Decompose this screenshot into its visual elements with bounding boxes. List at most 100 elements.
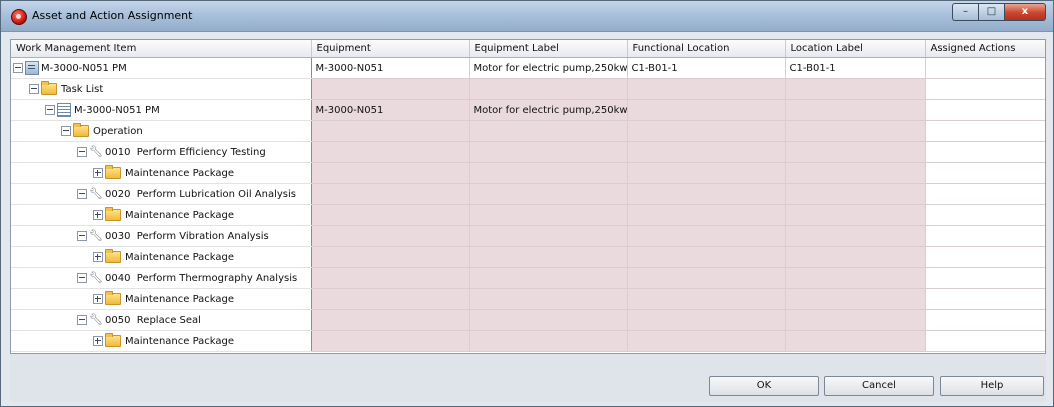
table-row[interactable]: Maintenance Package bbox=[11, 330, 1045, 352]
location-label-cell[interactable] bbox=[785, 267, 926, 289]
location-label-cell[interactable] bbox=[785, 120, 926, 142]
equipment-cell[interactable] bbox=[311, 246, 470, 268]
assigned-actions-cell[interactable] bbox=[925, 246, 1045, 268]
collapse-toggle[interactable] bbox=[77, 315, 87, 325]
equipment-label-cell[interactable] bbox=[469, 330, 628, 352]
assigned-actions-cell[interactable] bbox=[925, 288, 1045, 310]
equipment-cell[interactable] bbox=[311, 225, 470, 247]
functional-location-cell[interactable] bbox=[627, 78, 786, 100]
expand-toggle[interactable] bbox=[93, 210, 103, 220]
functional-location-cell[interactable] bbox=[627, 330, 786, 352]
tree-cell[interactable]: 🔧︎ 0040 Perform Thermography Analysis bbox=[11, 267, 312, 289]
equipment-label-cell[interactable] bbox=[469, 204, 628, 226]
equipment-cell[interactable] bbox=[311, 204, 470, 226]
assigned-actions-cell[interactable] bbox=[925, 57, 1045, 79]
tree-cell[interactable]: Maintenance Package bbox=[11, 330, 312, 352]
expand-toggle[interactable] bbox=[93, 336, 103, 346]
location-label-cell[interactable] bbox=[785, 309, 926, 331]
equipment-cell[interactable] bbox=[311, 183, 470, 205]
assigned-actions-cell[interactable] bbox=[925, 78, 1045, 100]
assigned-actions-cell[interactable] bbox=[925, 225, 1045, 247]
table-row[interactable]: Maintenance Package bbox=[11, 204, 1045, 226]
location-label-cell[interactable]: C1-B01-1 bbox=[785, 57, 926, 79]
equipment-cell[interactable] bbox=[311, 267, 470, 289]
equipment-cell[interactable] bbox=[311, 162, 470, 184]
table-row[interactable]: M-3000-N051 PM M-3000-N051 Motor for ele… bbox=[11, 99, 1045, 121]
functional-location-cell[interactable] bbox=[627, 246, 786, 268]
table-row[interactable]: Task List bbox=[11, 78, 1045, 100]
table-row[interactable]: Operation bbox=[11, 120, 1045, 142]
location-label-cell[interactable] bbox=[785, 162, 926, 184]
table-row[interactable]: 🔧︎ 0050 Replace Seal bbox=[11, 309, 1045, 331]
table-row[interactable]: Maintenance Package bbox=[11, 162, 1045, 184]
assigned-actions-cell[interactable] bbox=[925, 99, 1045, 121]
equipment-label-cell[interactable] bbox=[469, 246, 628, 268]
assigned-actions-cell[interactable] bbox=[925, 204, 1045, 226]
location-label-cell[interactable] bbox=[785, 225, 926, 247]
equipment-cell[interactable] bbox=[311, 330, 470, 352]
equipment-label-cell[interactable]: Motor for electric pump,250kw bbox=[469, 99, 628, 121]
equipment-label-cell[interactable] bbox=[469, 141, 628, 163]
maximize-button[interactable]: □ bbox=[978, 3, 1004, 21]
table-row[interactable]: Maintenance Package bbox=[11, 246, 1045, 268]
tree-cell[interactable]: Maintenance Package bbox=[11, 162, 312, 184]
tree-cell[interactable]: Task List bbox=[11, 78, 312, 100]
table-row[interactable]: 🔧︎ 0040 Perform Thermography Analysis bbox=[11, 267, 1045, 289]
assigned-actions-cell[interactable] bbox=[925, 141, 1045, 163]
tree-cell[interactable]: Maintenance Package bbox=[11, 246, 312, 268]
location-label-cell[interactable] bbox=[785, 141, 926, 163]
tree-cell[interactable]: 🔧︎ 0050 Replace Seal bbox=[11, 309, 312, 331]
tree-cell[interactable]: M-3000-N051 PM bbox=[11, 99, 312, 121]
expand-toggle[interactable] bbox=[93, 252, 103, 262]
column-header-assigned-actions[interactable]: Assigned Actions bbox=[925, 40, 1045, 58]
equipment-label-cell[interactable] bbox=[469, 309, 628, 331]
table-row[interactable]: M-3000-N051 PM M-3000-N051 Motor for ele… bbox=[11, 57, 1045, 79]
location-label-cell[interactable] bbox=[785, 288, 926, 310]
location-label-cell[interactable] bbox=[785, 330, 926, 352]
column-header-functional-location[interactable]: Functional Location bbox=[627, 40, 786, 58]
functional-location-cell[interactable] bbox=[627, 288, 786, 310]
tree-cell[interactable]: Operation bbox=[11, 120, 312, 142]
close-button[interactable]: x bbox=[1004, 3, 1046, 21]
equipment-cell[interactable]: M-3000-N051 bbox=[311, 99, 470, 121]
column-header-location-label[interactable]: Location Label bbox=[785, 40, 926, 58]
collapse-toggle[interactable] bbox=[45, 105, 55, 115]
functional-location-cell[interactable]: C1-B01-1 bbox=[627, 57, 786, 79]
collapse-toggle[interactable] bbox=[77, 231, 87, 241]
tree-cell[interactable]: 🔧︎ 0010 Perform Efficiency Testing bbox=[11, 141, 312, 163]
functional-location-cell[interactable] bbox=[627, 225, 786, 247]
equipment-label-cell[interactable] bbox=[469, 78, 628, 100]
collapse-toggle[interactable] bbox=[77, 273, 87, 283]
equipment-cell[interactable] bbox=[311, 78, 470, 100]
tree-cell[interactable]: Maintenance Package bbox=[11, 204, 312, 226]
expand-toggle[interactable] bbox=[93, 294, 103, 304]
location-label-cell[interactable] bbox=[785, 78, 926, 100]
help-button[interactable]: Help bbox=[940, 376, 1044, 396]
assigned-actions-cell[interactable] bbox=[925, 330, 1045, 352]
assigned-actions-cell[interactable] bbox=[925, 309, 1045, 331]
table-row[interactable]: 🔧︎ 0030 Perform Vibration Analysis bbox=[11, 225, 1045, 247]
functional-location-cell[interactable] bbox=[627, 141, 786, 163]
assigned-actions-cell[interactable] bbox=[925, 162, 1045, 184]
equipment-cell[interactable] bbox=[311, 309, 470, 331]
functional-location-cell[interactable] bbox=[627, 267, 786, 289]
table-row[interactable]: 🔧︎ 0010 Perform Efficiency Testing bbox=[11, 141, 1045, 163]
equipment-cell[interactable] bbox=[311, 288, 470, 310]
assigned-actions-cell[interactable] bbox=[925, 183, 1045, 205]
column-header-equipment-label[interactable]: Equipment Label bbox=[469, 40, 628, 58]
equipment-label-cell[interactable] bbox=[469, 162, 628, 184]
collapse-toggle[interactable] bbox=[13, 63, 23, 73]
equipment-label-cell[interactable] bbox=[469, 288, 628, 310]
minimize-button[interactable]: – bbox=[952, 3, 978, 21]
functional-location-cell[interactable] bbox=[627, 99, 786, 121]
tree-cell[interactable]: 🔧︎ 0020 Perform Lubrication Oil Analysis bbox=[11, 183, 312, 205]
location-label-cell[interactable] bbox=[785, 183, 926, 205]
table-row[interactable]: 🔧︎ 0020 Perform Lubrication Oil Analysis bbox=[11, 183, 1045, 205]
equipment-label-cell[interactable] bbox=[469, 183, 628, 205]
assigned-actions-cell[interactable] bbox=[925, 267, 1045, 289]
cancel-button[interactable]: Cancel bbox=[824, 376, 934, 396]
location-label-cell[interactable] bbox=[785, 246, 926, 268]
tree-cell[interactable]: M-3000-N051 PM bbox=[11, 57, 312, 79]
collapse-toggle[interactable] bbox=[77, 189, 87, 199]
column-header-equipment[interactable]: Equipment bbox=[311, 40, 470, 58]
